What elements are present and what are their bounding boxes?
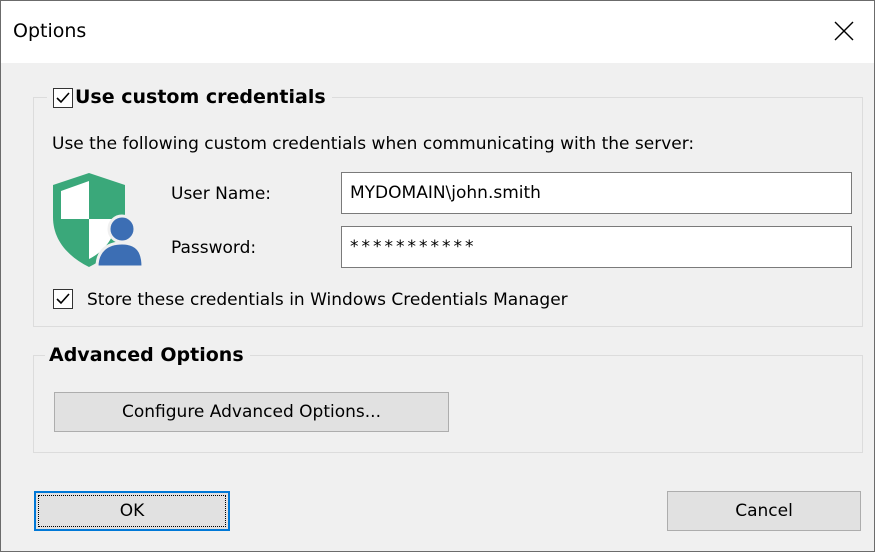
- options-dialog: Options Use custom credentials Use the f…: [0, 0, 875, 552]
- checkmark-icon: [56, 92, 70, 104]
- password-value: ***********: [350, 237, 477, 257]
- use-custom-credentials-checkbox[interactable]: [53, 88, 73, 108]
- password-input[interactable]: ***********: [341, 226, 852, 268]
- shield-user-icon: [53, 173, 143, 269]
- configure-advanced-options-button[interactable]: Configure Advanced Options...: [54, 392, 449, 432]
- username-value: MYDOMAIN\john.smith: [350, 183, 541, 203]
- username-input[interactable]: MYDOMAIN\john.smith: [341, 172, 852, 214]
- close-icon: [834, 21, 854, 41]
- title-bar[interactable]: Options: [1, 1, 874, 63]
- ok-button[interactable]: OK: [34, 491, 230, 531]
- password-label: Password:: [171, 238, 257, 258]
- credentials-description: Use the following custom credentials whe…: [52, 134, 695, 154]
- cancel-button[interactable]: Cancel: [667, 491, 861, 531]
- store-credentials-checkbox[interactable]: [53, 289, 73, 309]
- credentials-group-title: Use custom credentials: [75, 86, 326, 108]
- focus-rectangle: [38, 495, 226, 527]
- credentials-group-header: Use custom credentials: [47, 85, 332, 109]
- checkmark-icon: [56, 293, 70, 305]
- username-label: User Name:: [171, 184, 272, 204]
- close-button[interactable]: [814, 1, 874, 63]
- window-title: Options: [13, 20, 87, 42]
- store-credentials-label[interactable]: Store these credentials in Windows Crede…: [87, 289, 568, 311]
- advanced-options-title: Advanced Options: [45, 343, 250, 367]
